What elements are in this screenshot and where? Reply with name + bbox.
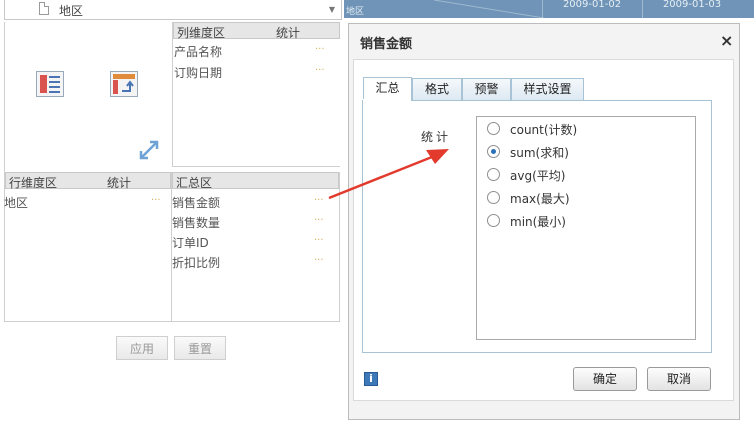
radio-avg[interactable] <box>487 168 500 181</box>
tab-summary[interactable]: 汇总 <box>363 77 412 101</box>
row-dimension-title: 行维度区 <box>9 176 58 190</box>
radio-sum[interactable] <box>487 145 500 158</box>
list-item[interactable]: 订购日期 <box>174 64 222 81</box>
dropdown-arrow-icon[interactable]: ▼ <box>329 5 335 14</box>
summary-area: 汇总区 销售金额 ··· 销售数量 ··· 订单ID ··· 折扣比例 ··· <box>172 172 340 322</box>
summary-header: 汇总区 <box>172 172 339 190</box>
option-label: count(计数) <box>510 123 578 137</box>
dialog-title: 销售金额 <box>360 37 413 52</box>
tab-alert[interactable]: 预警 <box>462 78 511 100</box>
more-icon[interactable]: ··· <box>315 65 325 76</box>
more-icon[interactable]: ··· <box>151 195 161 206</box>
swap-layout-icon[interactable] <box>110 71 138 97</box>
more-icon[interactable]: ··· <box>314 195 324 206</box>
info-icon[interactable]: i <box>364 372 378 386</box>
option-label: avg(平均) <box>510 169 566 183</box>
tab-style-settings[interactable]: 样式设置 <box>511 78 584 100</box>
dimension-select[interactable]: 地区 ▼ <box>4 0 342 20</box>
list-item[interactable]: 产品名称 <box>174 43 222 60</box>
option-label: sum(求和) <box>510 146 569 160</box>
table-layout-icon[interactable] <box>36 71 64 97</box>
background-date-cell: 2009-01-02 <box>542 0 641 18</box>
close-icon[interactable]: × <box>720 31 733 50</box>
expand-icon[interactable] <box>138 139 160 161</box>
background-grid-header: 地区 2009-01-02 2009-01-03 <box>344 0 754 18</box>
more-icon[interactable]: ··· <box>315 44 325 55</box>
active-tab-joint <box>363 99 411 101</box>
row-dimension-stat: 统计 <box>107 176 132 190</box>
background-region-label: 地区 <box>346 7 365 17</box>
radio-count[interactable] <box>487 122 500 135</box>
list-item[interactable]: 订单ID <box>172 234 209 251</box>
tab-format[interactable]: 格式 <box>412 78 462 100</box>
more-icon[interactable]: ··· <box>314 255 324 266</box>
red-arrow-annotation <box>328 149 449 200</box>
list-item[interactable]: 销售金额 <box>172 194 220 211</box>
column-dimension-header: 列维度区 统计 <box>173 22 340 40</box>
more-icon[interactable]: ··· <box>314 215 324 226</box>
summary-title: 汇总区 <box>176 176 213 190</box>
option-label: min(最小) <box>510 215 566 229</box>
cancel-button[interactable]: 取消 <box>647 367 711 391</box>
radio-max[interactable] <box>487 191 500 204</box>
option-label: max(最大) <box>510 192 570 206</box>
column-dimension-area: 列维度区 统计 产品名称 ··· 订购日期 ··· <box>172 22 340 167</box>
more-icon[interactable]: ··· <box>314 235 324 246</box>
background-diagonal-line <box>434 0 544 18</box>
aggregation-options <box>476 116 696 340</box>
reset-button[interactable]: 重置 <box>174 336 226 360</box>
apply-button[interactable]: 应用 <box>116 336 168 360</box>
row-dimension-area: 行维度区 统计 地区 ··· <box>4 172 172 322</box>
row-dimension-header: 行维度区 统计 <box>5 172 171 190</box>
column-dimension-title: 列维度区 <box>177 26 226 40</box>
ok-button[interactable]: 确定 <box>573 367 637 391</box>
radio-min[interactable] <box>487 214 500 227</box>
list-item[interactable]: 销售数量 <box>172 214 220 231</box>
background-date-cell: 2009-01-03 <box>642 0 741 18</box>
document-icon <box>39 2 49 15</box>
dimension-select-value: 地区 <box>59 4 84 18</box>
list-item[interactable]: 地区 <box>4 194 28 211</box>
column-dimension-stat: 统计 <box>276 26 301 40</box>
list-item[interactable]: 折扣比例 <box>172 254 220 271</box>
